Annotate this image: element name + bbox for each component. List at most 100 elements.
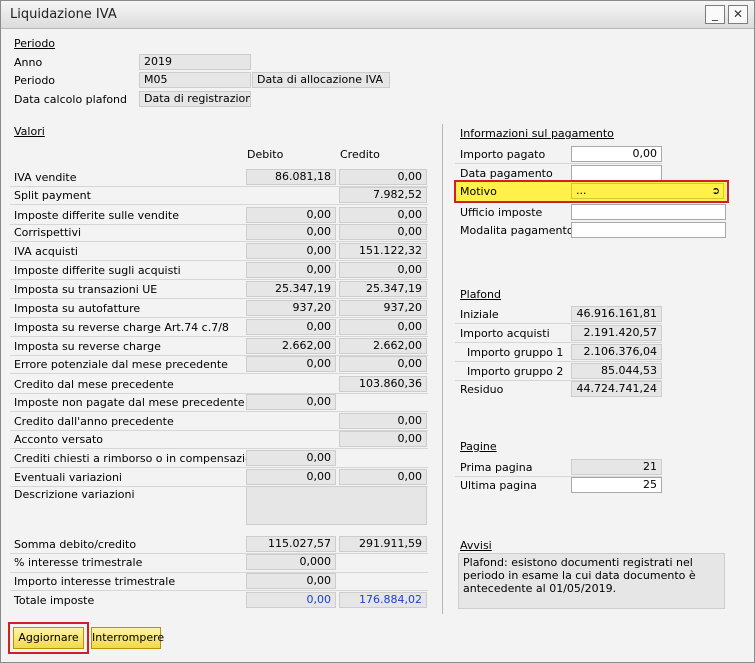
valori-row-label: Imposte differite sugli acquisti xyxy=(14,264,181,277)
periodo-label: Periodo xyxy=(14,74,56,87)
valori-row-credito[interactable]: 0,00 xyxy=(339,413,427,429)
row-divider xyxy=(10,260,428,261)
importo-interesse-label: Importo interesse trimestrale xyxy=(14,575,176,588)
row-divider xyxy=(10,448,428,449)
row-divider xyxy=(10,393,428,394)
valori-row-label: Imposte differite sulle vendite xyxy=(14,209,179,222)
valori-row-credito[interactable]: 0,00 xyxy=(339,469,427,485)
valori-row-debito[interactable]: 937,20 xyxy=(246,300,336,316)
pagamento-header: Informazioni sul pagamento xyxy=(460,127,614,140)
valori-row-credito[interactable]: 0,00 xyxy=(339,207,427,223)
close-button[interactable]: ✕ xyxy=(728,5,748,24)
ufficio-imposte-field[interactable] xyxy=(571,204,726,220)
gruppo1-field[interactable]: 2.106.376,04 xyxy=(571,344,662,360)
plafond-header: Plafond xyxy=(460,288,501,301)
valori-row-label: Errore potenziale dal mese precedente xyxy=(14,358,228,371)
motivo-highlight-box xyxy=(454,180,729,203)
title-bar: Liquidazione IVA _ ✕ xyxy=(1,1,754,29)
valori-row-credito[interactable]: 0,00 xyxy=(339,356,427,372)
gruppo2-label: Importo gruppo 2 xyxy=(467,365,564,378)
data-calcolo-plafond-label: Data calcolo plafond xyxy=(14,93,128,106)
valori-row-credito[interactable]: 0,00 xyxy=(339,262,427,278)
periodo-field[interactable]: M05 xyxy=(139,72,251,88)
credito-column-header: Credito xyxy=(340,148,380,161)
valori-row-credito[interactable]: 25.347,19 xyxy=(339,281,427,297)
valori-row-credito[interactable]: 2.662,00 xyxy=(339,338,427,354)
valori-row-credito[interactable]: 151.122,32 xyxy=(339,243,427,259)
somma-credito-field[interactable]: 291.911,59 xyxy=(339,536,427,552)
valori-row-label: Credito dall'anno precedente xyxy=(14,415,174,428)
debito-column-header: Debito xyxy=(247,148,284,161)
somma-label: Somma debito/credito xyxy=(14,538,137,551)
gruppo2-field[interactable]: 85.044,53 xyxy=(571,363,662,379)
data-pagamento-label: Data pagamento xyxy=(460,167,553,180)
valori-row-debito[interactable]: 0,00 xyxy=(246,394,336,410)
valori-row-label: IVA vendite xyxy=(14,171,77,184)
totale-debito-field[interactable]: 0,00 xyxy=(246,592,336,608)
valori-row-debito[interactable]: 0,00 xyxy=(246,224,336,240)
valori-row-label: Credito dal mese precedente xyxy=(14,378,174,391)
prima-pagina-field[interactable]: 21 xyxy=(571,459,662,475)
valori-row-credito[interactable]: 0,00 xyxy=(339,319,427,335)
interrompere-button[interactable]: Interrompere xyxy=(91,627,164,649)
valori-row-debito[interactable]: 0,00 xyxy=(246,319,336,335)
interesse-trimestrale-label: % interesse trimestrale xyxy=(14,556,143,569)
valori-row-debito[interactable]: 0,00 xyxy=(246,450,336,466)
residuo-field[interactable]: 44.724.741,24 xyxy=(571,381,662,397)
importo-pagato-field[interactable]: 0,00 xyxy=(571,146,662,162)
descrizione-variazioni-field[interactable] xyxy=(246,486,427,525)
valori-row-debito[interactable]: 25.347,19 xyxy=(246,281,336,297)
valori-row-debito[interactable]: 86.081,18 xyxy=(246,169,336,185)
ufficio-imposte-label: Ufficio imposte xyxy=(460,206,543,219)
data-calcolo-plafond-field[interactable]: Data di registrazione xyxy=(139,91,251,107)
somma-debito-field[interactable]: 115.027,57 xyxy=(246,536,336,552)
valori-row-credito[interactable]: 937,20 xyxy=(339,300,427,316)
valori-row-debito[interactable]: 0,00 xyxy=(246,469,336,485)
totale-credito-field[interactable]: 176.884,02 xyxy=(339,592,427,608)
valori-row-label: Split payment xyxy=(14,189,91,202)
valori-row-debito[interactable]: 0,00 xyxy=(246,356,336,372)
prima-pagina-label: Prima pagina xyxy=(460,461,533,474)
minimize-button[interactable]: _ xyxy=(705,5,725,24)
valori-row-credito[interactable]: 103.860,36 xyxy=(339,376,427,392)
row-divider xyxy=(10,411,428,412)
row-divider xyxy=(10,298,428,299)
ultima-pagina-label: Ultima pagina xyxy=(460,479,537,492)
valori-row-label: IVA acquisti xyxy=(14,245,78,258)
valori-row-debito[interactable]: 2.662,00 xyxy=(246,338,336,354)
row-divider xyxy=(10,336,428,337)
importo-acquisti-label: Importo acquisti xyxy=(460,327,550,340)
ultima-pagina-field[interactable]: 25 xyxy=(571,477,662,493)
valori-row-debito[interactable]: 0,00 xyxy=(246,243,336,259)
row-divider xyxy=(10,317,428,318)
row-divider xyxy=(10,279,428,280)
modalita-pagamento-label: Modalita pagamento xyxy=(460,224,574,237)
column-separator xyxy=(442,124,443,614)
window-title: Liquidazione IVA xyxy=(10,7,117,22)
residuo-label: Residuo xyxy=(460,383,504,396)
importo-interesse-field[interactable]: 0,00 xyxy=(246,573,336,589)
periodo-desc-field[interactable]: Data di allocazione IVA xyxy=(252,72,390,88)
valori-row-credito[interactable]: 0,00 xyxy=(339,224,427,240)
avvisi-header: Avvisi xyxy=(460,539,492,552)
row-divider xyxy=(10,241,428,242)
valori-row-label: Imposta su transazioni UE xyxy=(14,283,158,296)
valori-row-debito[interactable]: 0,00 xyxy=(246,207,336,223)
valori-row-label: Corrispettivi xyxy=(14,226,82,239)
totale-imposte-label: Totale imposte xyxy=(14,594,95,607)
valori-row-credito[interactable]: 0,00 xyxy=(339,169,427,185)
valori-row-label: Imposte non pagate dal mese precedente xyxy=(14,396,245,409)
row-divider xyxy=(10,373,428,374)
valori-row-debito[interactable]: 0,00 xyxy=(246,262,336,278)
anno-field[interactable]: 2019 xyxy=(139,54,251,70)
descrizione-variazioni-label: Descrizione variazioni xyxy=(14,488,135,501)
periodo-header: Periodo xyxy=(14,37,56,50)
iniziale-field[interactable]: 46.916.161,81 xyxy=(571,306,662,322)
data-pagamento-field[interactable] xyxy=(571,165,662,181)
valori-row-credito[interactable]: 0,00 xyxy=(339,431,427,447)
interesse-trimestrale-field[interactable]: 0,000 xyxy=(246,554,336,570)
valori-row-credito[interactable]: 7.982,52 xyxy=(339,187,427,203)
importo-acquisti-field[interactable]: 2.191.420,57 xyxy=(571,325,662,341)
row-divider xyxy=(10,467,428,468)
modalita-pagamento-field[interactable] xyxy=(571,222,726,238)
